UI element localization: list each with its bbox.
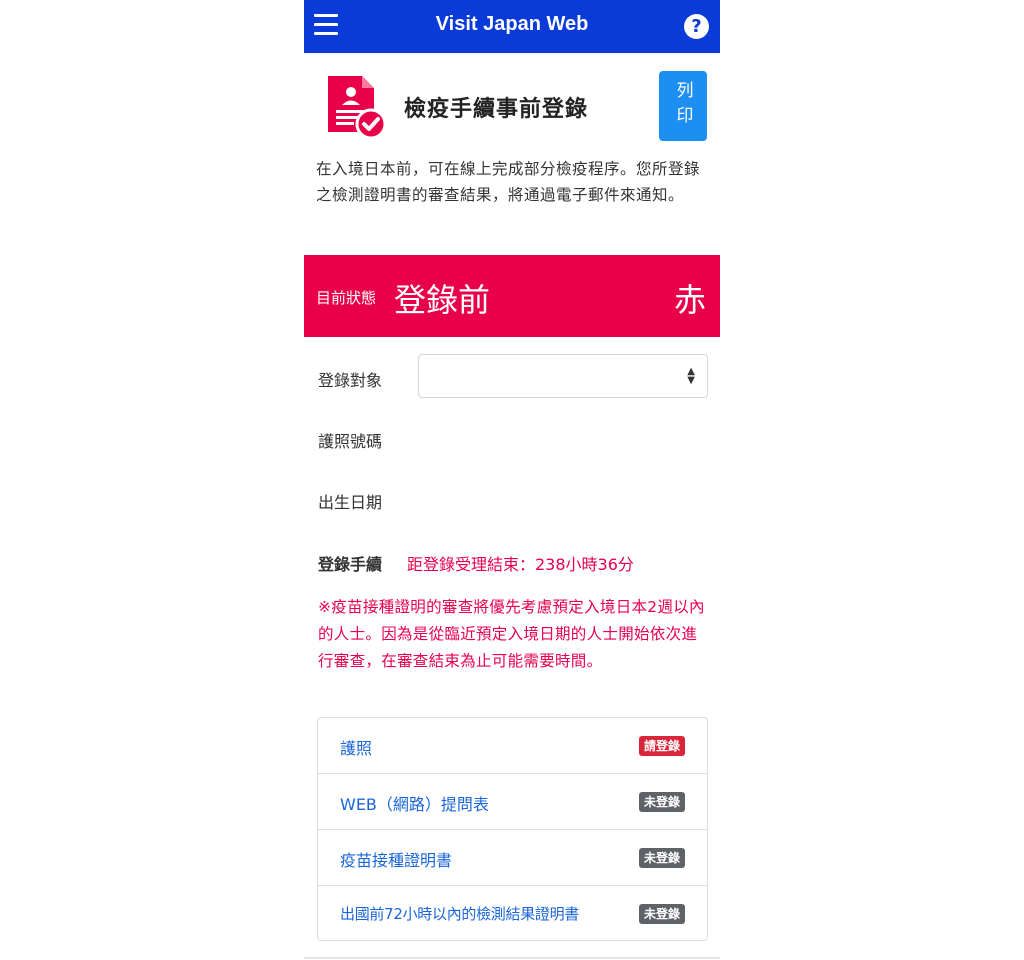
document-name: 護照 <box>340 739 373 758</box>
page-title: 檢疫手續事前登錄 <box>404 97 589 122</box>
status-badge: 未登錄 <box>638 792 685 812</box>
status-color-label: 赤 <box>674 281 707 319</box>
help-icon[interactable]: ? <box>684 14 709 39</box>
status-badge: 未登錄 <box>638 904 685 924</box>
phone-screen: Visit Japan Web ? 檢疫手續事前登錄 列印 在入境日本前，可在線… <box>304 0 720 960</box>
target-select[interactable]: ▲ ▼ <box>418 354 708 398</box>
bottom-divider <box>304 957 720 959</box>
print-button[interactable]: 列印 <box>659 71 707 141</box>
list-item-test-certificate[interactable]: 出國前72小時以內的檢測結果證明書 未登錄 <box>318 885 707 941</box>
deadline-text: 距登錄受理結束：238小時36分 <box>407 555 634 574</box>
procedure-label: 登錄手續 <box>318 555 383 574</box>
app-title: Visit Japan Web <box>435 13 589 35</box>
status-badge: 請登錄 <box>638 736 685 756</box>
list-item-questionnaire[interactable]: WEB（網路）提問表 未登錄 <box>318 773 707 829</box>
list-item-vaccine-certificate[interactable]: 疫苗接種證明書 未登錄 <box>318 829 707 885</box>
status-value: 登錄前 <box>394 281 491 319</box>
status-banner: 目前狀態 登錄前 赤 <box>304 255 720 337</box>
list-item-passport[interactable]: 護照 請登錄 <box>318 718 707 773</box>
top-app-bar: Visit Japan Web ? <box>304 0 720 53</box>
vaccine-notice: ※疫苗接種證明的審查將優先考慮預定入境日本2週以內的人士。因為是從臨近預定入境日… <box>318 598 705 670</box>
document-name: 疫苗接種證明書 <box>340 851 453 870</box>
passport-label: 護照號碼 <box>318 432 383 451</box>
birth-date-label: 出生日期 <box>318 493 383 512</box>
document-name: WEB（網路）提問表 <box>340 795 489 814</box>
status-badge: 未登錄 <box>638 848 685 868</box>
document-list: 護照 請登錄 WEB（網路）提問表 未登錄 疫苗接種證明書 未登錄 出國前72小… <box>317 717 708 941</box>
target-label: 登錄對象 <box>318 371 383 390</box>
status-label: 目前狀態 <box>316 289 377 307</box>
select-updown-icon: ▲ ▼ <box>687 366 695 386</box>
document-name: 出國前72小時以內的檢測結果證明書 <box>340 905 579 923</box>
document-check-icon <box>328 76 386 140</box>
intro-text: 在入境日本前，可在線上完成部分檢疫程序。您所登錄之檢測證明書的審查結果，將通過電… <box>316 160 701 204</box>
